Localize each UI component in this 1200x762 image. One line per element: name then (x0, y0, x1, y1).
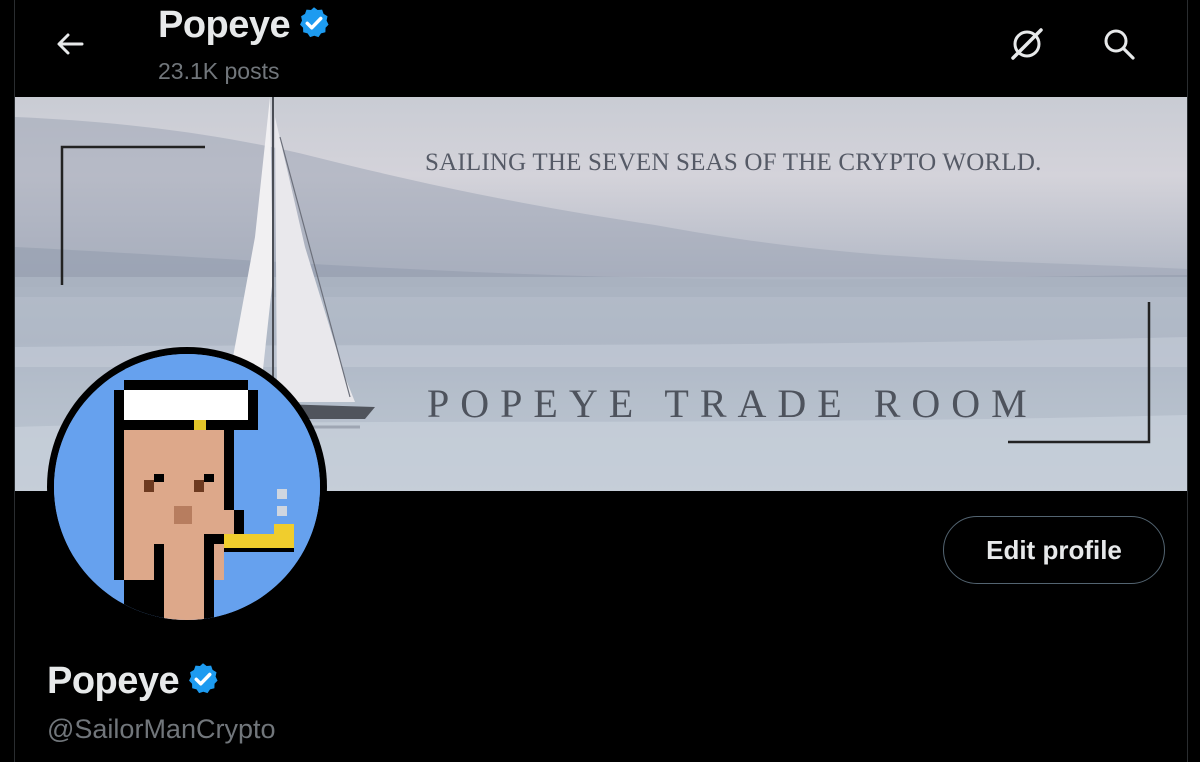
pixel-sailor-avatar (54, 354, 320, 620)
profile-handle: @SailorManCrypto (47, 714, 276, 744)
profile-display-name: Popeye (47, 660, 180, 702)
header-display-name: Popeye (158, 4, 291, 46)
profile-name-row: Popeye (47, 660, 221, 703)
banner-brand-text: POPEYE TRADE ROOM (427, 381, 1038, 426)
window-right-edge (1187, 0, 1200, 762)
profile-header-bar: Popeye 23.1K posts (15, 0, 1187, 97)
search-icon (1102, 27, 1136, 66)
window-left-edge (0, 0, 15, 762)
banner-tagline: SAILING THE SEVEN SEAS OF THE CRYPTO WOR… (425, 149, 1042, 176)
search-button[interactable] (1099, 26, 1139, 66)
verified-badge-icon[interactable] (185, 661, 221, 702)
verified-badge-icon (296, 5, 332, 46)
avatar[interactable] (47, 347, 327, 627)
edit-profile-button[interactable]: Edit profile (943, 516, 1165, 584)
grok-icon (1008, 25, 1046, 68)
header-title: Popeye (158, 4, 332, 47)
arrow-left-icon (54, 28, 86, 65)
grok-button[interactable] (1007, 26, 1047, 66)
posts-count: 23.1K posts (158, 58, 280, 84)
back-button[interactable] (50, 26, 90, 66)
